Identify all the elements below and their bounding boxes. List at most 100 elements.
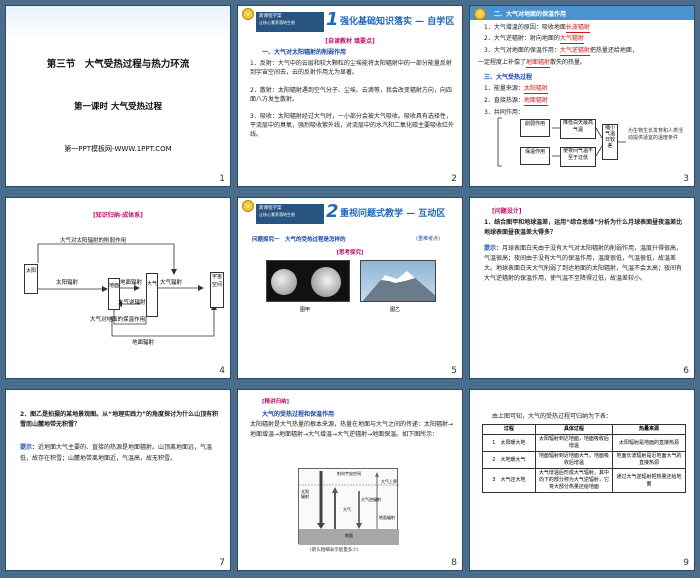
slide-9[interactable]: 由上图可知，大气的受热过程可归纳为下表： 过程 具体过程 热量来源 1 太阳暖大…: [469, 389, 695, 571]
label-solar-rad: 太阳辐射: [56, 280, 79, 286]
cell-source: 通过大气逆辐射把热量还给地面: [611, 468, 687, 493]
slide-6[interactable]: [问题设计] 1．结合图甲和地球温差，运用“综合思维”分析为什么月球表面昼夜温差…: [469, 197, 695, 379]
bulb-icon: [474, 8, 486, 20]
line-1: 1．大气增温的原因：吸收地面长波辐射: [484, 24, 590, 33]
label-ground-rad: 地面辐射: [120, 280, 143, 286]
slide-8[interactable]: [精讲归纳] 大气的受热过程和保温作用 太阳辐射是大气热量的根本来源，热量在地面…: [237, 389, 463, 571]
box-sun: 太阳: [24, 264, 38, 294]
heating-process-table: 过程 具体过程 热量来源 1 太阳暖大地 太阳辐射到达地面，地面吸收后增温 太阳…: [482, 424, 687, 493]
label-back-rad: 大气逆辐射: [361, 497, 381, 502]
box-space: 宇宙空间: [210, 272, 224, 308]
slide-1[interactable]: 第三节 大气受热过程与热力环流 第一课时 大气受热过程 第一PPT模板网-WWW…: [5, 5, 231, 187]
paragraph-scattering: 2．散射：太阳辐射遇到空气分子、尘埃、云滴等，我会改变辐射方向，向四面八方发生散…: [250, 87, 452, 103]
label-weakening: 大气对太阳辐射的削弱作用: [60, 238, 127, 244]
course-badge: 新课程学案 让核心素养落地生根: [256, 12, 324, 32]
slide-number: 8: [451, 558, 457, 568]
box-insulation: 保温作用: [520, 147, 550, 165]
line-3b: 一定程度上补偿了地面辐射散失的热量。: [478, 59, 587, 68]
slide-title: 第三节 大气受热过程与热力环流: [46, 59, 190, 70]
header-detail: 具体过程: [534, 424, 613, 435]
table-row: 1 太阳暖大地 太阳辐射到达地面，地面吸收后增温 太阳辐射是地面的直接热源: [482, 434, 687, 452]
box-diurnal-range: 缩小气温日较差: [602, 124, 618, 160]
slide-number: 1: [219, 174, 225, 184]
cell-process: 1 太阳暖大地: [482, 434, 536, 452]
section-tag: [问题设计]: [492, 208, 522, 215]
caption-1: 图甲: [300, 307, 311, 313]
section-number: 2: [326, 201, 339, 222]
moon-photo: [266, 260, 350, 302]
label-insulation: 大气对地面的保温作用: [90, 317, 146, 323]
section-heading: 一、大气对太阳辐射的削弱作用: [262, 49, 347, 56]
header-process: 过程: [482, 424, 536, 435]
cell-process: 3 大气还大地: [482, 468, 536, 493]
cell-source: 太阳辐射是地面的直接热源: [611, 434, 687, 452]
slide-5[interactable]: 新课程学案 让核心素养落地生根 2 重视问题式教学 — 互动区 问题探究一 大气的…: [237, 197, 463, 379]
label-ground-rad-bottom: 地面辐射: [132, 340, 155, 346]
slide-2[interactable]: 新课程学案 让核心素养落地生根 1 强化基础知识落实 — 自学区 [自读教材 填要…: [237, 5, 463, 187]
box-night-temp: 使夜间气温不至于过低: [560, 147, 596, 167]
paragraph-reflection: 1．反射：大气中的云层和较大颗粒的尘埃能将太阳辐射中的一部分能量反射到宇宙空间去…: [250, 60, 452, 76]
question-tag: (重难考点): [416, 236, 440, 242]
section-heading: 二、大气对地面的保温作用: [494, 11, 567, 18]
section-heading: 大气的受热过程和保温作用: [262, 411, 335, 418]
box-lower-max: 降低白天最高气温: [560, 119, 596, 139]
label-atmosphere: 大气: [343, 507, 351, 512]
caption-2: 图乙: [390, 307, 401, 313]
cell-detail: 太阳辐射到达地面，地面吸收后增温: [534, 434, 613, 452]
slide-number: 5: [451, 366, 457, 376]
slide-number: 3: [683, 174, 689, 184]
line-3: 3．大气对地面的保温作用：大气逆辐射把热量还给地面，: [484, 47, 638, 56]
question-text: 1．结合图甲和地球温差，运用“综合思维”分析为什么月球表面昼夜温差比地球表面昼夜…: [484, 219, 683, 236]
header-source: 热量来源: [611, 424, 687, 435]
label-back-rad: 大气逆辐射: [118, 300, 146, 306]
table-row: 3 大气还大地 大气增温后形成大气辐射，其中向下的部分称为大气逆辐射，它将大部分…: [482, 468, 687, 493]
heat-diagram: 太阳辐射 射向宇宙空间 大气上界 大气 地面 大气逆辐射 地面辐射: [298, 468, 399, 545]
label-ground: 地面: [345, 533, 353, 538]
label-solar-rad: 太阳辐射: [301, 489, 309, 499]
label-atm-top: 大气上界: [381, 479, 397, 484]
moon-1: [271, 269, 297, 295]
section-tag: [精讲归纳]: [262, 399, 290, 405]
cell-detail: 大气增温后形成大气辐射，其中向下的部分称为大气逆辐射，它将大部分热量还给地面: [534, 468, 613, 493]
sub-tag: [思考探究]: [336, 250, 364, 256]
box-atmosphere: 大气: [146, 273, 158, 317]
slide-3[interactable]: 二、大气对地面的保温作用 1．大气增温的原因：吸收地面长波辐射 2．大气逆辐射：…: [469, 5, 695, 187]
section-tag: [自读教材 填要点]: [325, 38, 375, 45]
section-heading-2: 三、大气受热过程: [484, 74, 533, 81]
diagram-legend: (箭头粗细表示能量多少): [310, 548, 359, 553]
snow-mountain-image: [362, 271, 435, 301]
label-ground-rad: 地面辐射: [379, 515, 395, 520]
box-weakening: 削弱作用: [520, 119, 550, 137]
box-suitable-temp: 为生物生长发育和人类活动提供适宜的温度条件: [628, 128, 684, 141]
section-number: 1: [326, 9, 339, 30]
label-to-space: 射向宇宙空间: [337, 471, 361, 476]
question-title: 问题探究一 大气的受热过程是怎样的: [252, 237, 346, 243]
direct-source: 2．直接热源：地面辐射: [484, 97, 548, 106]
slide-7[interactable]: 2．图乙是拍摄的某地景观图。从“地理实践力”的角度探讨为什么山顶有积雪而山麓地带…: [5, 389, 231, 571]
slide-footer: 第一PPT模板网-WWW.1PPT.COM: [64, 145, 172, 153]
table-header: 过程 具体过程 热量来源: [482, 424, 687, 435]
bulb-icon: [242, 200, 254, 212]
course-badge: 新课程学案 让核心素养落地生根: [256, 204, 324, 224]
slide-4[interactable]: [知识归纳·成体系] 大气对太阳辐射的削弱作用 太阳 太阳辐射 地面 地面辐射 …: [5, 197, 231, 379]
energy-source: 1．能量来源：太阳辐射: [484, 85, 548, 94]
slide-number: 4: [219, 366, 225, 376]
section-title: 强化基础知识落实 — 自学区: [340, 17, 455, 27]
bulb-icon: [242, 8, 254, 20]
table-row: 2 大地暖大气 地面辐射到近地面大气，地面吸收后增温 地面长波辐射是近地面大气的…: [482, 451, 687, 469]
slide-number: 9: [683, 558, 689, 568]
slide-grid: 第三节 大气受热过程与热力环流 第一课时 大气受热过程 第一PPT模板网-WWW…: [0, 0, 700, 578]
table-intro: 由上图可知，大气的受热过程可归纳为下表：: [492, 413, 613, 420]
section-tag: [知识归纳·成体系]: [93, 212, 143, 219]
section-title: 重视问题式教学 — 互动区: [340, 209, 446, 219]
label-atm-rad: 大气辐射: [160, 280, 183, 286]
slide-number: 2: [451, 174, 457, 184]
mountain-photo: [360, 260, 436, 302]
paragraph: 太阳辐射是大气热量的根本来源，热量在地面与大气之间的传递：太阳辐射→地面增温→地…: [250, 421, 454, 438]
moon-2: [311, 267, 341, 297]
answer-text: 提示：近地面大气主要的、直接的热源是地面辐射。山顶离地面远，气温低，故存在积雪；…: [20, 444, 213, 462]
answer-text: 提示：月球表面白天由于没有大气对太阳辐射的削弱作用，温度升得很高，气温很高；夜间…: [484, 245, 683, 282]
line-2: 2．大气逆辐射：射向地面的大气辐射: [484, 35, 584, 44]
paragraph-absorption: 3．吸收：太阳辐射经过大气时，一小部分会被大气吸收。吸收具有选择性，平流层中的臭…: [250, 113, 455, 138]
slide-number: 6: [683, 366, 689, 376]
